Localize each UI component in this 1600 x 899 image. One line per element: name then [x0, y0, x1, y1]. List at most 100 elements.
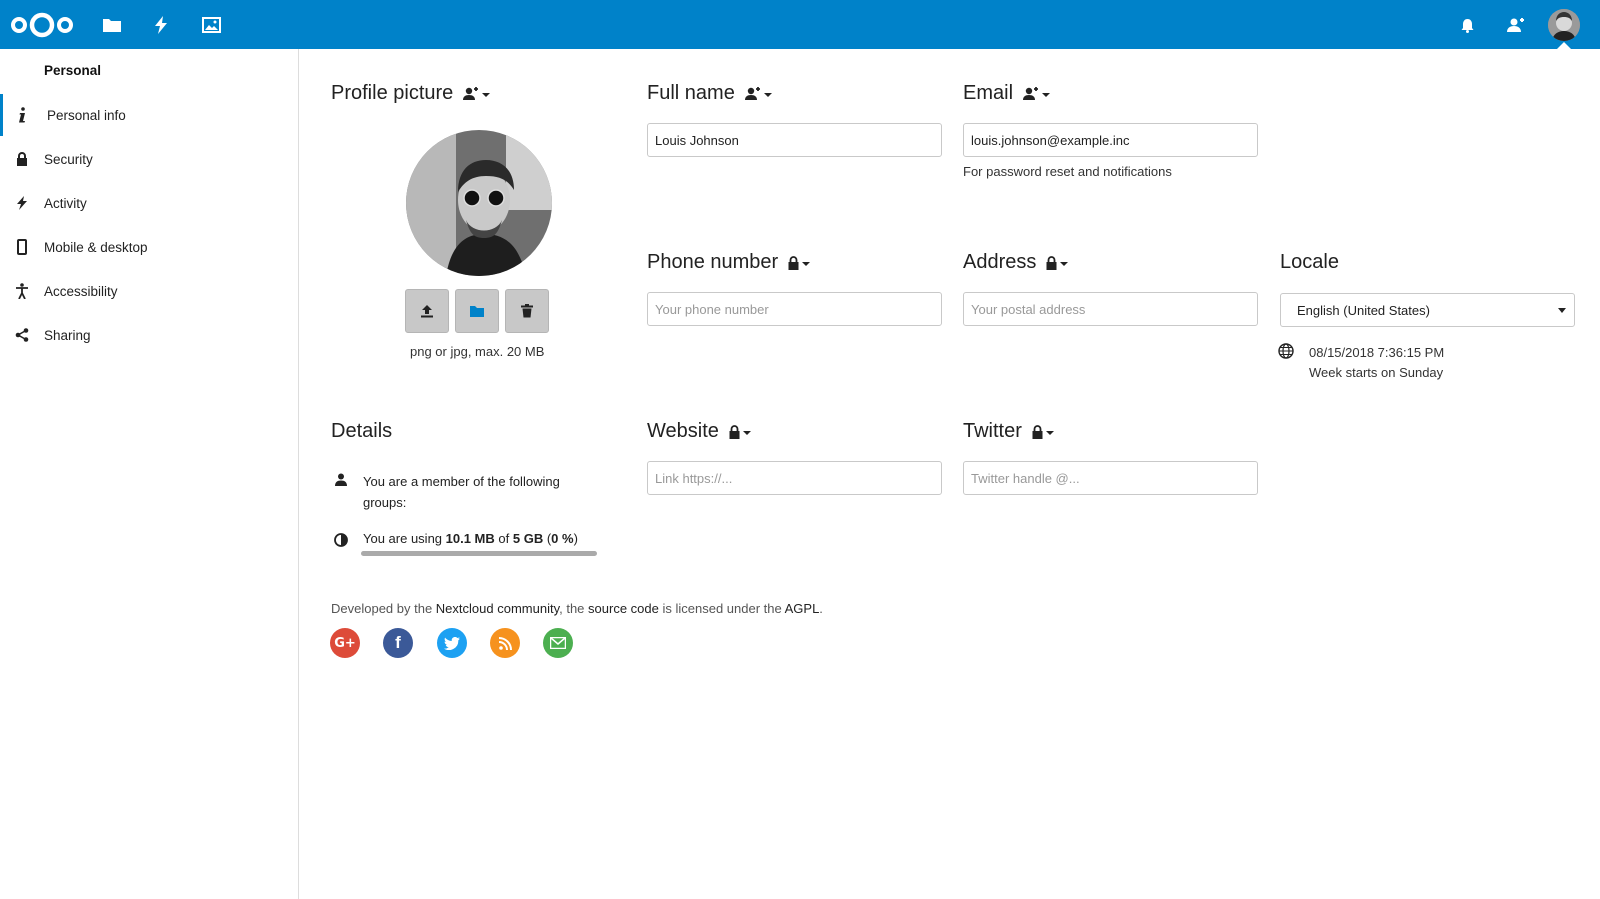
footer-credits: Developed by the Nextcloud community, th… — [331, 601, 823, 616]
section-title: Locale — [1280, 251, 1339, 273]
source-code-link[interactable]: source code — [588, 601, 659, 616]
facebook-share-button[interactable]: f — [383, 628, 413, 658]
nextcloud-community-link[interactable]: Nextcloud community — [436, 601, 559, 616]
details-section: Details — [331, 420, 392, 443]
trash-icon — [521, 304, 533, 318]
contacts-scope-icon — [1023, 86, 1039, 100]
sidebar-item-label: Mobile & desktop — [44, 239, 148, 255]
full-name-section: Full name — [647, 82, 772, 105]
caret-down-icon — [1558, 308, 1566, 313]
caret-down-icon — [482, 92, 491, 97]
caret-down-icon — [802, 261, 811, 266]
profile-picture-section: Profile picture — [331, 82, 491, 105]
locale-selected: English (United States) — [1297, 302, 1430, 318]
phone-input[interactable] — [647, 292, 942, 326]
email-section: Email — [963, 82, 1051, 105]
caret-down-icon — [742, 430, 751, 435]
visibility-scope-menu[interactable] — [1032, 424, 1054, 439]
website-input[interactable] — [647, 461, 942, 495]
quota-row: You are using 10.1 MB of 5 GB (0 %) — [333, 531, 578, 547]
sidebar-item-security[interactable]: Security — [0, 138, 298, 180]
agpl-link[interactable]: AGPL — [785, 601, 820, 616]
quota-progress-fill — [361, 551, 597, 556]
activity-icon[interactable] — [148, 12, 174, 38]
locale-select[interactable]: English (United States) — [1280, 293, 1575, 327]
contacts-icon[interactable] — [1503, 12, 1529, 38]
groups-text: You are a member of the following groups… — [363, 474, 560, 510]
twitter-share-button[interactable] — [437, 628, 467, 658]
quota-text: You are using 10.1 MB of 5 GB (0 %) — [363, 531, 578, 546]
visibility-scope-menu[interactable] — [463, 86, 491, 101]
lock-icon — [1046, 255, 1057, 270]
google-plus-icon: G+ — [334, 635, 356, 651]
section-title: Full name — [647, 82, 735, 104]
full-name-input[interactable] — [647, 123, 942, 157]
sidebar-item-accessibility[interactable]: Accessibility — [0, 270, 298, 312]
lightning-icon — [14, 195, 30, 211]
visibility-scope-menu[interactable] — [744, 86, 772, 101]
upload-icon — [421, 305, 433, 318]
email-input[interactable] — [963, 123, 1258, 157]
upload-picture-button[interactable] — [405, 289, 449, 333]
remove-picture-button[interactable] — [505, 289, 549, 333]
sidebar-heading: Personal — [44, 63, 102, 78]
section-title: Phone number — [647, 251, 779, 273]
profile-avatar — [406, 130, 552, 276]
section-title: Address — [963, 251, 1037, 273]
twitter-input[interactable] — [963, 461, 1258, 495]
lock-icon — [788, 255, 799, 270]
email-hint: For password reset and notifications — [963, 164, 1172, 179]
sidebar-item-label: Sharing — [44, 327, 91, 343]
sidebar-item-label: Security — [44, 151, 93, 167]
email-share-button[interactable] — [543, 628, 573, 658]
choose-from-files-button[interactable] — [455, 289, 499, 333]
groups-row: You are a member of the following groups… — [333, 471, 593, 513]
phone-section: Phone number — [647, 251, 811, 274]
quota-progress-bar — [361, 551, 597, 556]
user-avatar[interactable] — [1548, 9, 1580, 41]
files-icon[interactable] — [99, 12, 125, 38]
facebook-icon: f — [395, 633, 401, 652]
locale-section: Locale — [1280, 251, 1339, 274]
globe-icon — [1278, 343, 1294, 362]
gallery-icon[interactable] — [198, 12, 224, 38]
section-title: Twitter — [963, 420, 1022, 442]
section-title: Email — [963, 82, 1014, 104]
caret-down-icon — [1042, 92, 1051, 97]
visibility-scope-menu[interactable] — [729, 424, 751, 439]
visibility-scope-menu[interactable] — [1046, 255, 1069, 270]
visibility-scope-menu[interactable] — [788, 255, 811, 270]
contacts-scope-icon — [744, 86, 760, 100]
section-title: Profile picture — [331, 82, 454, 104]
contacts-scope-icon — [463, 86, 479, 100]
rss-feed-button[interactable] — [490, 628, 520, 658]
locale-week-start: Week starts on Sunday — [1309, 365, 1444, 380]
sidebar-item-activity[interactable]: Activity — [0, 182, 298, 224]
quota-pie-icon — [333, 531, 349, 547]
sidebar-item-label: Activity — [44, 195, 87, 211]
accessibility-icon — [14, 283, 30, 299]
sidebar-item-sharing[interactable]: Sharing — [0, 314, 298, 356]
visibility-scope-menu[interactable] — [1023, 86, 1051, 101]
notifications-icon[interactable] — [1454, 12, 1480, 38]
menu-caret — [1557, 42, 1571, 49]
lock-icon — [1032, 424, 1043, 439]
sidebar-item-mobile-desktop[interactable]: Mobile & desktop — [0, 226, 298, 268]
user-icon — [333, 471, 349, 513]
settings-sidebar: Personal Personal info Security Activity… — [0, 49, 299, 899]
website-section: Website — [647, 420, 751, 443]
section-title: Website — [647, 420, 719, 442]
sidebar-item-label: Personal info — [47, 107, 126, 123]
address-section: Address — [963, 251, 1069, 274]
caret-down-icon — [1045, 430, 1054, 435]
lock-icon — [14, 151, 30, 167]
top-header — [0, 0, 1600, 49]
google-plus-share-button[interactable]: G+ — [330, 628, 360, 658]
info-icon — [14, 107, 30, 123]
sidebar-item-personal-info[interactable]: Personal info — [0, 94, 298, 136]
address-input[interactable] — [963, 292, 1258, 326]
nextcloud-logo[interactable] — [10, 9, 74, 41]
twitter-section: Twitter — [963, 420, 1054, 443]
caret-down-icon — [1060, 261, 1069, 266]
rss-icon — [498, 636, 512, 650]
